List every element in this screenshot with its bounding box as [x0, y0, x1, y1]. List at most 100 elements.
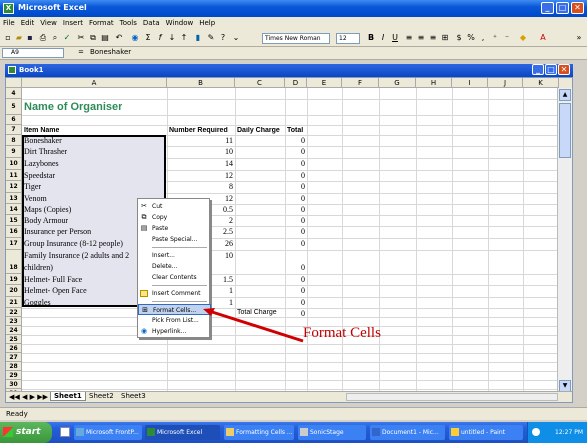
item-total[interactable]: 0	[287, 227, 305, 236]
copy-icon[interactable]: ⧉	[88, 33, 98, 43]
decrease-decimal-icon[interactable]: ⁻	[502, 33, 512, 43]
column-header-i[interactable]: I	[452, 78, 488, 88]
font-size-select[interactable]: 12	[336, 33, 360, 44]
menu-tools[interactable]: Tools	[117, 17, 140, 29]
item-name[interactable]: Speedstar	[24, 171, 55, 180]
item-qty[interactable]: 14	[169, 159, 233, 168]
align-left-icon[interactable]: ≡	[404, 33, 414, 43]
bold-button[interactable]: B	[366, 33, 376, 43]
comma-icon[interactable]: ,	[478, 33, 488, 43]
zoom-icon[interactable]: ⌄	[231, 33, 241, 43]
percent-icon[interactable]: %	[466, 33, 476, 43]
item-name[interactable]: Venom	[24, 194, 47, 203]
cut-icon[interactable]: ✂	[76, 33, 86, 43]
item-name[interactable]: Lazybones	[24, 159, 59, 168]
menu-item-paste-special[interactable]: Paste Special...	[138, 234, 211, 245]
row-header[interactable]: 21	[6, 297, 22, 308]
fill-color-icon[interactable]: ◆	[518, 33, 528, 43]
sort-ascending-icon[interactable]: ↓	[167, 33, 177, 43]
row-header[interactable]: 9	[6, 146, 22, 158]
tab-sheet3[interactable]: Sheet3	[118, 392, 149, 400]
task-excel[interactable]: Microsoft Excel	[145, 425, 220, 440]
underline-button[interactable]: U	[390, 33, 400, 43]
increase-decimal-icon[interactable]: ⁺	[490, 33, 500, 43]
item-total[interactable]: 0	[287, 136, 305, 145]
item-name[interactable]: Tiger	[24, 182, 41, 191]
row-header[interactable]: 18	[6, 250, 22, 274]
task-document1[interactable]: Document1 - Mic...	[370, 425, 445, 440]
row-header[interactable]: 17	[6, 238, 22, 250]
function-icon[interactable]: f	[155, 33, 165, 43]
item-total[interactable]: 0	[287, 263, 305, 272]
row-header[interactable]: 19	[6, 274, 22, 285]
row-header[interactable]: 13	[6, 193, 22, 204]
new-icon[interactable]: ▫	[3, 33, 13, 43]
item-total[interactable]: 0	[287, 239, 305, 248]
row-header[interactable]: 4	[6, 88, 22, 99]
hyperlink-icon[interactable]: ◉	[130, 33, 140, 43]
sort-descending-icon[interactable]: ↑	[179, 33, 189, 43]
task-formatting-cells[interactable]: Formatting Cells ...	[224, 425, 294, 440]
row-header[interactable]: 23	[6, 317, 22, 326]
scroll-thumb[interactable]	[559, 103, 571, 158]
menu-data[interactable]: Data	[140, 17, 163, 29]
minimize-button[interactable]: _	[541, 2, 554, 14]
menu-edit[interactable]: Edit	[18, 17, 38, 29]
row-header[interactable]: 12	[6, 181, 22, 193]
row-header[interactable]: 5	[6, 99, 22, 115]
item-total[interactable]: 0	[287, 159, 305, 168]
tab-nav-icons[interactable]: ◀◀ ◀ ▶ ▶▶	[9, 393, 48, 401]
close-button[interactable]: ✕	[571, 2, 584, 14]
item-total[interactable]: 0	[287, 216, 305, 225]
menu-item-insert[interactable]: Insert...	[138, 250, 211, 261]
italic-button[interactable]: I	[378, 33, 388, 43]
formula-content[interactable]: Boneshaker	[90, 48, 131, 56]
item-qty[interactable]: 11	[169, 136, 233, 145]
item-qty[interactable]: 12	[169, 171, 233, 180]
item-name[interactable]: Helmet- Full Face	[24, 275, 82, 284]
task-frontpage[interactable]: Microsoft FrontP...	[74, 425, 142, 440]
menu-file[interactable]: File	[0, 17, 18, 29]
menu-item-paste[interactable]: ▤ Paste	[138, 223, 211, 234]
column-header-b[interactable]: B	[167, 78, 235, 88]
menu-window[interactable]: Window	[163, 17, 197, 29]
item-total[interactable]: 0	[287, 194, 305, 203]
column-header-k[interactable]: K	[523, 78, 559, 88]
row-header[interactable]: 26	[6, 344, 22, 353]
row-header[interactable]: 16	[6, 226, 22, 238]
open-icon[interactable]: ▰	[14, 33, 24, 43]
row-header[interactable]: 20	[6, 285, 22, 297]
maximize-button[interactable]: □	[556, 2, 569, 14]
item-qty[interactable]: 10	[169, 147, 233, 156]
row-header[interactable]: 27	[6, 353, 22, 362]
menu-view[interactable]: View	[37, 17, 60, 29]
item-total[interactable]: 0	[287, 275, 305, 284]
merge-center-icon[interactable]: ⊞	[440, 33, 450, 43]
column-header-c[interactable]: C	[235, 78, 285, 88]
item-name[interactable]: Boneshaker	[24, 136, 62, 145]
tray-icon[interactable]	[532, 428, 540, 436]
row-header[interactable]: 11	[6, 170, 22, 181]
item-name[interactable]: Body Armour	[24, 216, 68, 225]
select-all-corner[interactable]	[6, 78, 22, 88]
column-header-a[interactable]: A	[22, 78, 167, 88]
item-qty[interactable]: 8	[169, 182, 233, 191]
name-box[interactable]: A9	[2, 48, 64, 58]
item-total[interactable]: 0	[287, 182, 305, 191]
tab-sheet1[interactable]: Sheet1	[50, 392, 86, 401]
font-color-icon[interactable]: A	[538, 33, 548, 43]
column-header-d[interactable]: D	[285, 78, 307, 88]
row-header[interactable]: 28	[6, 362, 22, 371]
autosum-icon[interactable]: Σ	[143, 33, 153, 43]
row-header[interactable]: 6	[6, 115, 22, 125]
chart-wizard-icon[interactable]: ▮	[193, 33, 203, 43]
help-icon[interactable]: ?	[218, 33, 228, 43]
currency-icon[interactable]: $	[454, 33, 464, 43]
item-name[interactable]: Dirt Thrasher	[24, 147, 67, 156]
wb-maximize-button[interactable]: □	[545, 64, 557, 75]
menu-insert[interactable]: Insert	[60, 17, 86, 29]
column-header-e[interactable]: E	[307, 78, 342, 88]
save-icon[interactable]: ▪	[25, 33, 35, 43]
font-name-select[interactable]: Times New Roman	[262, 33, 330, 44]
column-header-j[interactable]: J	[488, 78, 523, 88]
